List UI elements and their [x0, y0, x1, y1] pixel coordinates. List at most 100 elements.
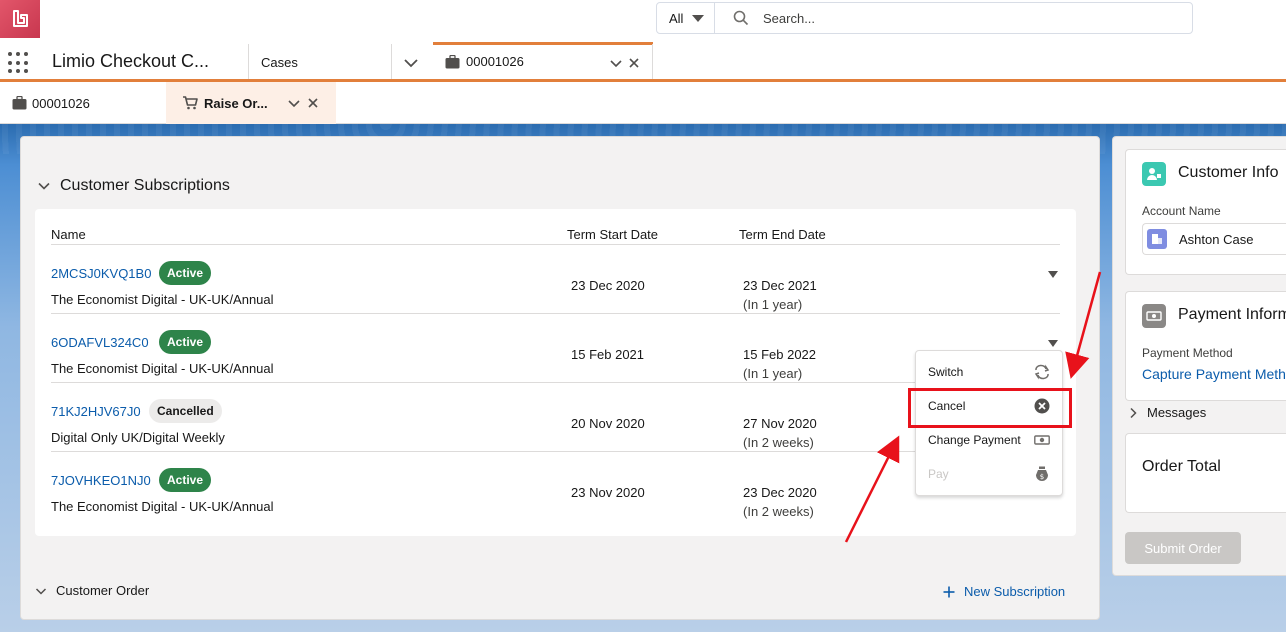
chevron-down-icon[interactable]	[287, 96, 301, 110]
nav-divider	[248, 44, 249, 79]
chevron-down-icon	[35, 587, 47, 595]
term-start: 20 Nov 2020	[571, 416, 645, 431]
account-icon	[1147, 229, 1167, 249]
order-sidebar: Customer Info Account Name Ashton Case P…	[1112, 136, 1286, 576]
chevron-down-icon	[38, 182, 50, 190]
term-end-relative: (In 1 year)	[743, 366, 803, 381]
table-row: 6ODAFVL324C0 Active The Economist Digita…	[51, 314, 1060, 383]
tab-label: 00001026	[466, 54, 524, 69]
payment-icon	[1142, 304, 1166, 328]
cart-icon	[183, 96, 198, 110]
subscriptions-section-header[interactable]: Customer Subscriptions	[37, 177, 230, 195]
payment-info-card: Payment Inform Payment Method Capture Pa…	[1125, 291, 1286, 401]
menu-item-label: Pay	[928, 467, 949, 481]
chevron-right-icon	[1130, 407, 1137, 418]
term-end: 23 Dec 2021	[743, 278, 817, 293]
menu-item-pay: Pay $	[916, 457, 1062, 491]
money-icon	[1034, 435, 1050, 445]
row-action-menu-icon[interactable]	[1048, 271, 1058, 278]
nav-bar: Limio Checkout C... Cases 00001026	[0, 42, 1286, 82]
app-logo-icon[interactable]	[0, 0, 40, 38]
plus-icon	[943, 586, 955, 597]
tab-case-00001026[interactable]: 00001026	[433, 42, 653, 79]
app-name: Limio Checkout C...	[52, 51, 210, 71]
product-name: The Economist Digital - UK-UK/Annual	[51, 499, 274, 514]
subtab-raise-order[interactable]: Raise Or...	[166, 82, 336, 124]
search-scope-label: All	[669, 10, 684, 26]
term-end: 27 Nov 2020	[743, 416, 817, 431]
status-badge: Cancelled	[149, 399, 222, 423]
term-end-relative: (In 2 weeks)	[743, 504, 814, 519]
submit-order-button[interactable]: Submit Order	[1125, 532, 1241, 564]
status-badge: Active	[159, 468, 212, 492]
subscription-link[interactable]: 2MCSJ0KVQ1B0	[51, 266, 151, 281]
new-subscription-button[interactable]: New Subscription	[943, 584, 1065, 599]
column-header-end: Term End Date	[739, 227, 826, 242]
column-header-name: Name	[51, 227, 86, 242]
section-title: Customer Subscriptions	[60, 177, 230, 194]
subtab-label: 00001026	[32, 95, 90, 111]
search-scope-select[interactable]: All	[657, 3, 715, 33]
customer-info-card: Customer Info Account Name Ashton Case	[1125, 149, 1286, 275]
search-icon	[733, 10, 749, 26]
account-name-field[interactable]: Ashton Case	[1142, 223, 1286, 255]
order-total-card: Order Total	[1125, 433, 1286, 513]
customer-icon	[1142, 162, 1166, 186]
subscription-link[interactable]: 71KJ2HJV67J0	[51, 404, 141, 419]
product-name: The Economist Digital - UK-UK/Annual	[51, 361, 274, 376]
nav-divider	[391, 44, 392, 79]
menu-item-label: Change Payment	[928, 433, 1021, 447]
term-end: 15 Feb 2022	[743, 347, 817, 362]
caret-down-icon	[692, 14, 704, 22]
close-icon[interactable]	[627, 56, 641, 70]
messages-section-header[interactable]: Messages	[1127, 405, 1206, 420]
menu-item-switch[interactable]: Switch	[916, 355, 1062, 389]
card-title: Order Total	[1142, 458, 1221, 475]
close-icon[interactable]	[306, 96, 320, 110]
row-action-menu-icon[interactable]	[1048, 340, 1058, 347]
status-badge: Active	[159, 261, 212, 285]
term-start: 23 Nov 2020	[571, 485, 645, 500]
customer-order-section-header[interactable]: Customer Order	[35, 583, 149, 598]
term-end-relative: (In 1 year)	[743, 297, 803, 312]
subtab-label: Raise Or...	[204, 95, 268, 111]
svg-text:$: $	[1040, 473, 1044, 481]
global-header: All	[0, 0, 1286, 44]
menu-item-change-payment[interactable]: Change Payment	[916, 423, 1062, 457]
search-input[interactable]	[763, 10, 1143, 26]
status-badge: Active	[159, 330, 212, 354]
section-title: Customer Order	[56, 583, 150, 598]
term-start: 23 Dec 2020	[571, 278, 645, 293]
chevron-down-icon[interactable]	[402, 54, 420, 72]
card-title: Payment Inform	[1178, 306, 1286, 323]
subscription-link[interactable]: 7JOVHKEO1NJ0	[51, 473, 151, 488]
term-start: 15 Feb 2021	[571, 347, 645, 362]
nav-divider	[652, 44, 653, 79]
menu-item-label: Switch	[928, 365, 964, 379]
table-row: 2MCSJ0KVQ1B0 Active The Economist Digita…	[51, 245, 1060, 314]
new-subscription-label: New Subscription	[964, 584, 1066, 599]
subtab-case[interactable]: 00001026	[0, 82, 166, 124]
field-label: Payment Method	[1142, 346, 1233, 360]
app-launcher-icon[interactable]	[8, 52, 30, 74]
annotation-highlight-box	[908, 388, 1072, 428]
card-title: Customer Info	[1178, 164, 1279, 181]
briefcase-icon	[12, 96, 27, 110]
switch-icon	[1034, 364, 1050, 380]
nav-item-cases[interactable]: Cases	[261, 55, 298, 70]
field-label: Account Name	[1142, 204, 1221, 218]
money-bag-icon: $	[1036, 466, 1048, 481]
chevron-down-icon[interactable]	[609, 56, 623, 70]
product-name: Digital Only UK/Digital Weekly	[51, 430, 225, 445]
subtab-bar: 00001026 Raise Or...	[0, 82, 1286, 124]
account-name-value: Ashton Case	[1179, 231, 1254, 247]
table-row: 7JOVHKEO1NJ0 Active The Economist Digita…	[51, 452, 1060, 521]
product-name: The Economist Digital - UK-UK/Annual	[51, 292, 274, 307]
global-search: All	[656, 2, 1193, 34]
subscription-link[interactable]: 6ODAFVL324C0	[51, 335, 149, 350]
briefcase-icon	[445, 55, 460, 69]
messages-label: Messages	[1147, 405, 1207, 420]
capture-payment-link[interactable]: Capture Payment Meth	[1142, 366, 1286, 382]
column-header-start: Term Start Date	[567, 227, 659, 242]
term-end: 23 Dec 2020	[743, 485, 817, 500]
